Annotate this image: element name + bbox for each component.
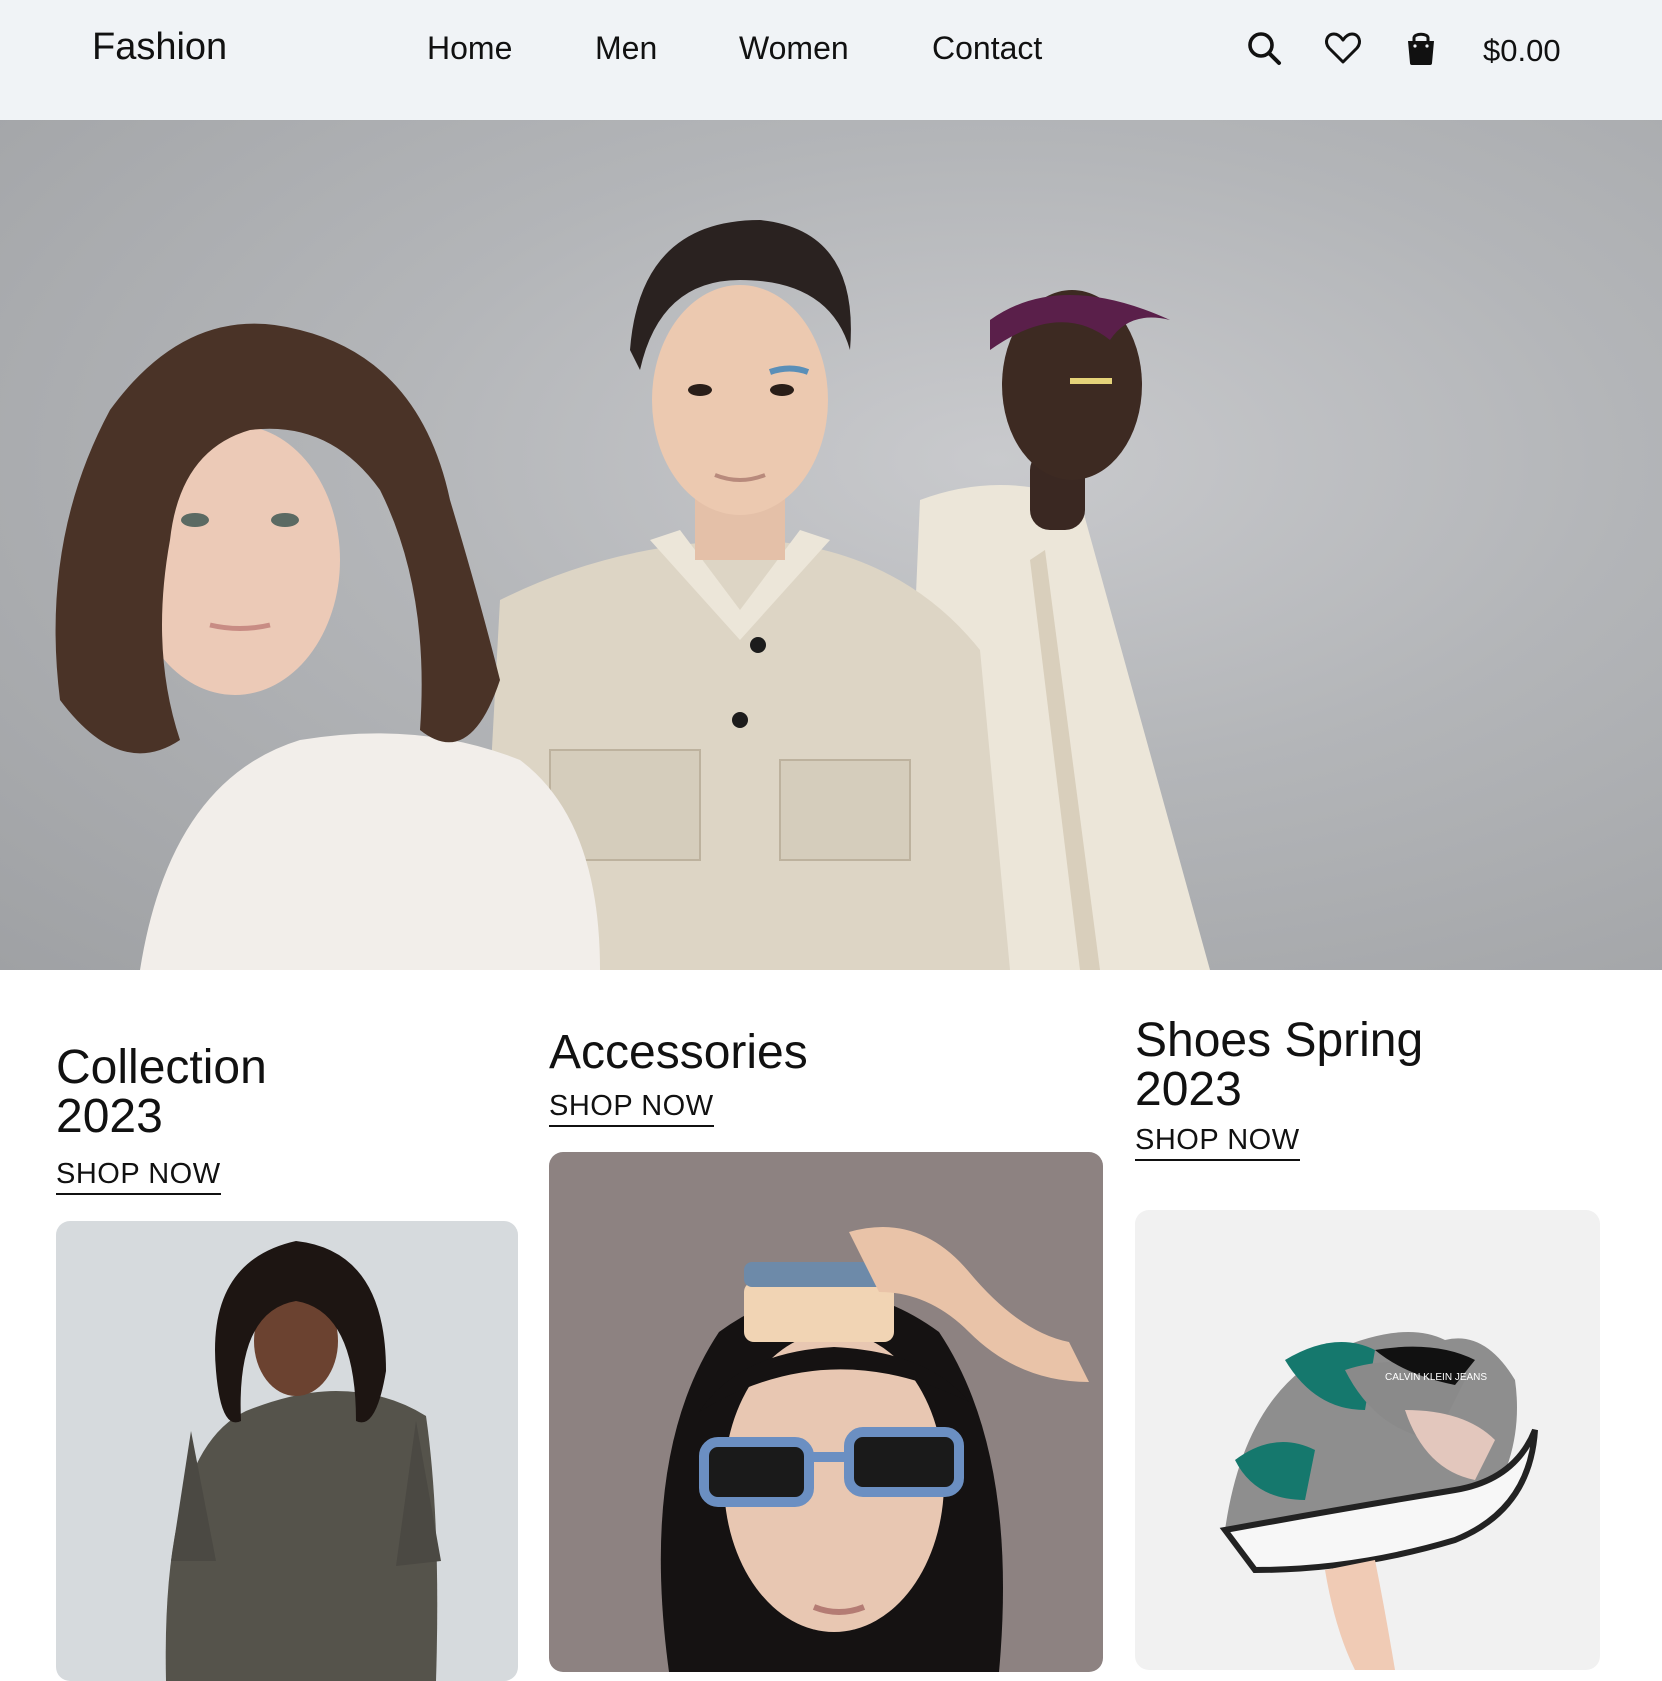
shop-now-accessories-link[interactable]: SHOP NOW bbox=[549, 1090, 714, 1127]
hero-image bbox=[0, 120, 1662, 970]
shop-now-collection-link[interactable]: SHOP NOW bbox=[56, 1158, 221, 1195]
card-title-line2: 2023 bbox=[1135, 1062, 1242, 1116]
card-title-line1: Shoes Spring bbox=[1135, 1014, 1424, 1067]
search-icon[interactable] bbox=[1244, 28, 1284, 68]
card-title-shoes: Shoes Spring 2023 bbox=[1135, 1014, 1424, 1116]
card-title-line2: 2023 bbox=[56, 1089, 163, 1143]
shop-now-shoes-link[interactable]: SHOP NOW bbox=[1135, 1124, 1300, 1161]
site-logo[interactable]: Fashion bbox=[92, 26, 227, 69]
shoes-card-image[interactable]: CALVIN KLEIN JEANS bbox=[1135, 1210, 1600, 1670]
card-title-line1: Accessories bbox=[549, 1026, 808, 1079]
card-title-line1: Collection bbox=[56, 1041, 267, 1094]
nav-men-link[interactable]: Men bbox=[595, 30, 657, 67]
woman-with-blue-sunglasses-image bbox=[549, 1152, 1103, 1672]
nav-home-link[interactable]: Home bbox=[427, 30, 512, 67]
cart-total[interactable]: $0.00 bbox=[1483, 33, 1561, 69]
collection-card-image[interactable] bbox=[56, 1221, 518, 1681]
card-title-accessories: Accessories bbox=[549, 1026, 808, 1079]
site-header: Fashion Home Men Women Contact $0.00 bbox=[0, 0, 1662, 120]
accessories-card-image[interactable] bbox=[549, 1152, 1103, 1672]
hand-holding-sneaker-image: CALVIN KLEIN JEANS bbox=[1135, 1210, 1600, 1670]
bag-icon[interactable] bbox=[1401, 28, 1441, 68]
card-title-collection: Collection 2023 bbox=[56, 1041, 267, 1143]
woman-in-olive-tshirt-image bbox=[56, 1221, 518, 1681]
nav-women-link[interactable]: Women bbox=[739, 30, 849, 67]
sneaker-brand-label: CALVIN KLEIN JEANS bbox=[1385, 1372, 1487, 1383]
nav-contact-link[interactable]: Contact bbox=[932, 30, 1042, 67]
heart-icon[interactable] bbox=[1323, 28, 1363, 68]
hero-models-illustration bbox=[55, 220, 1210, 970]
